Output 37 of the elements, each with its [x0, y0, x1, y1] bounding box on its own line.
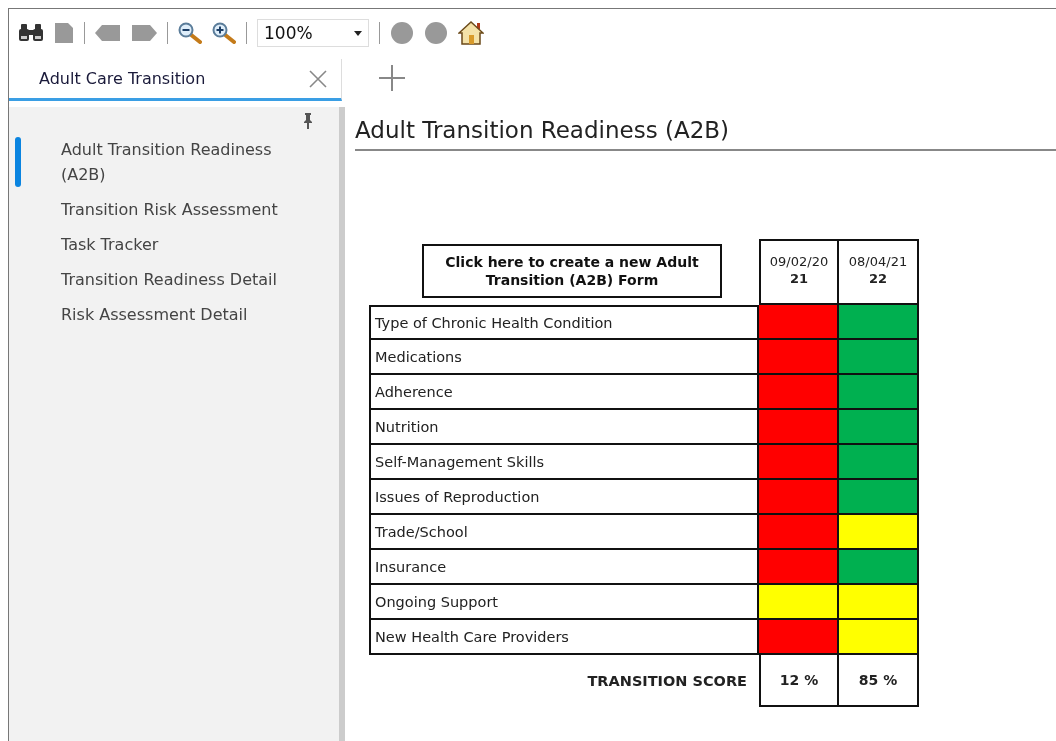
back-arrow-icon[interactable]	[95, 23, 121, 43]
table-cell: Nutrition	[369, 410, 759, 445]
zoom-out-icon[interactable]	[178, 22, 202, 44]
page-title: Adult Transition Readiness (A2B)	[355, 117, 1056, 151]
score-label: TRANSITION SCORE	[586, 672, 748, 691]
table-cell: Trade/School	[369, 515, 759, 550]
score-value: 85 %	[839, 655, 919, 707]
tab[interactable]: Adult Care Transition	[9, 59, 342, 101]
table-cell: Ongoing Support	[369, 585, 759, 620]
zoom-in-icon[interactable]	[212, 22, 236, 44]
create-form-button[interactable]: Click here to create a new Adult Transition (A2B) Form	[422, 244, 722, 298]
page-icon[interactable]	[54, 22, 74, 44]
sidebar-item[interactable]: Transition Readiness Detail	[61, 267, 311, 292]
tab-label[interactable]: Adult Care Transition	[39, 69, 206, 88]
forward-arrow-icon[interactable]	[131, 23, 157, 43]
home-icon[interactable]	[458, 21, 484, 45]
sidebar-item[interactable]: Task Tracker	[61, 232, 311, 257]
sidebar-item[interactable]: Risk Assessment Detail	[61, 302, 311, 327]
column-header: 09/02/20 21	[759, 239, 839, 305]
circle-icon[interactable]	[424, 21, 448, 45]
table-cell: New Health Care Providers	[369, 620, 759, 655]
table-cell: Issues of Reproduction	[369, 480, 759, 515]
table-cell: Adherence	[369, 375, 759, 410]
table-cell: Type of Chronic Health Condition	[369, 305, 759, 340]
table-cell: Insurance	[369, 550, 759, 585]
circle-icon[interactable]	[390, 21, 414, 45]
pin-icon[interactable]	[303, 113, 313, 129]
close-icon[interactable]	[309, 69, 327, 88]
caret-icon[interactable]	[354, 30, 362, 36]
zoom-dropdown[interactable]: 100%	[257, 19, 369, 47]
add-tab-icon[interactable]	[378, 64, 406, 92]
table-cell: Self-Management Skills	[369, 445, 759, 480]
binoculars-icon[interactable]	[18, 24, 44, 42]
sidebar-item[interactable]: Transition Risk Assessment	[61, 197, 311, 222]
sidebar-item[interactable]: Adult Transition Readiness (A2B)	[61, 137, 311, 187]
score-value: 12 %	[759, 655, 839, 707]
table-cell: Medications	[369, 340, 759, 375]
